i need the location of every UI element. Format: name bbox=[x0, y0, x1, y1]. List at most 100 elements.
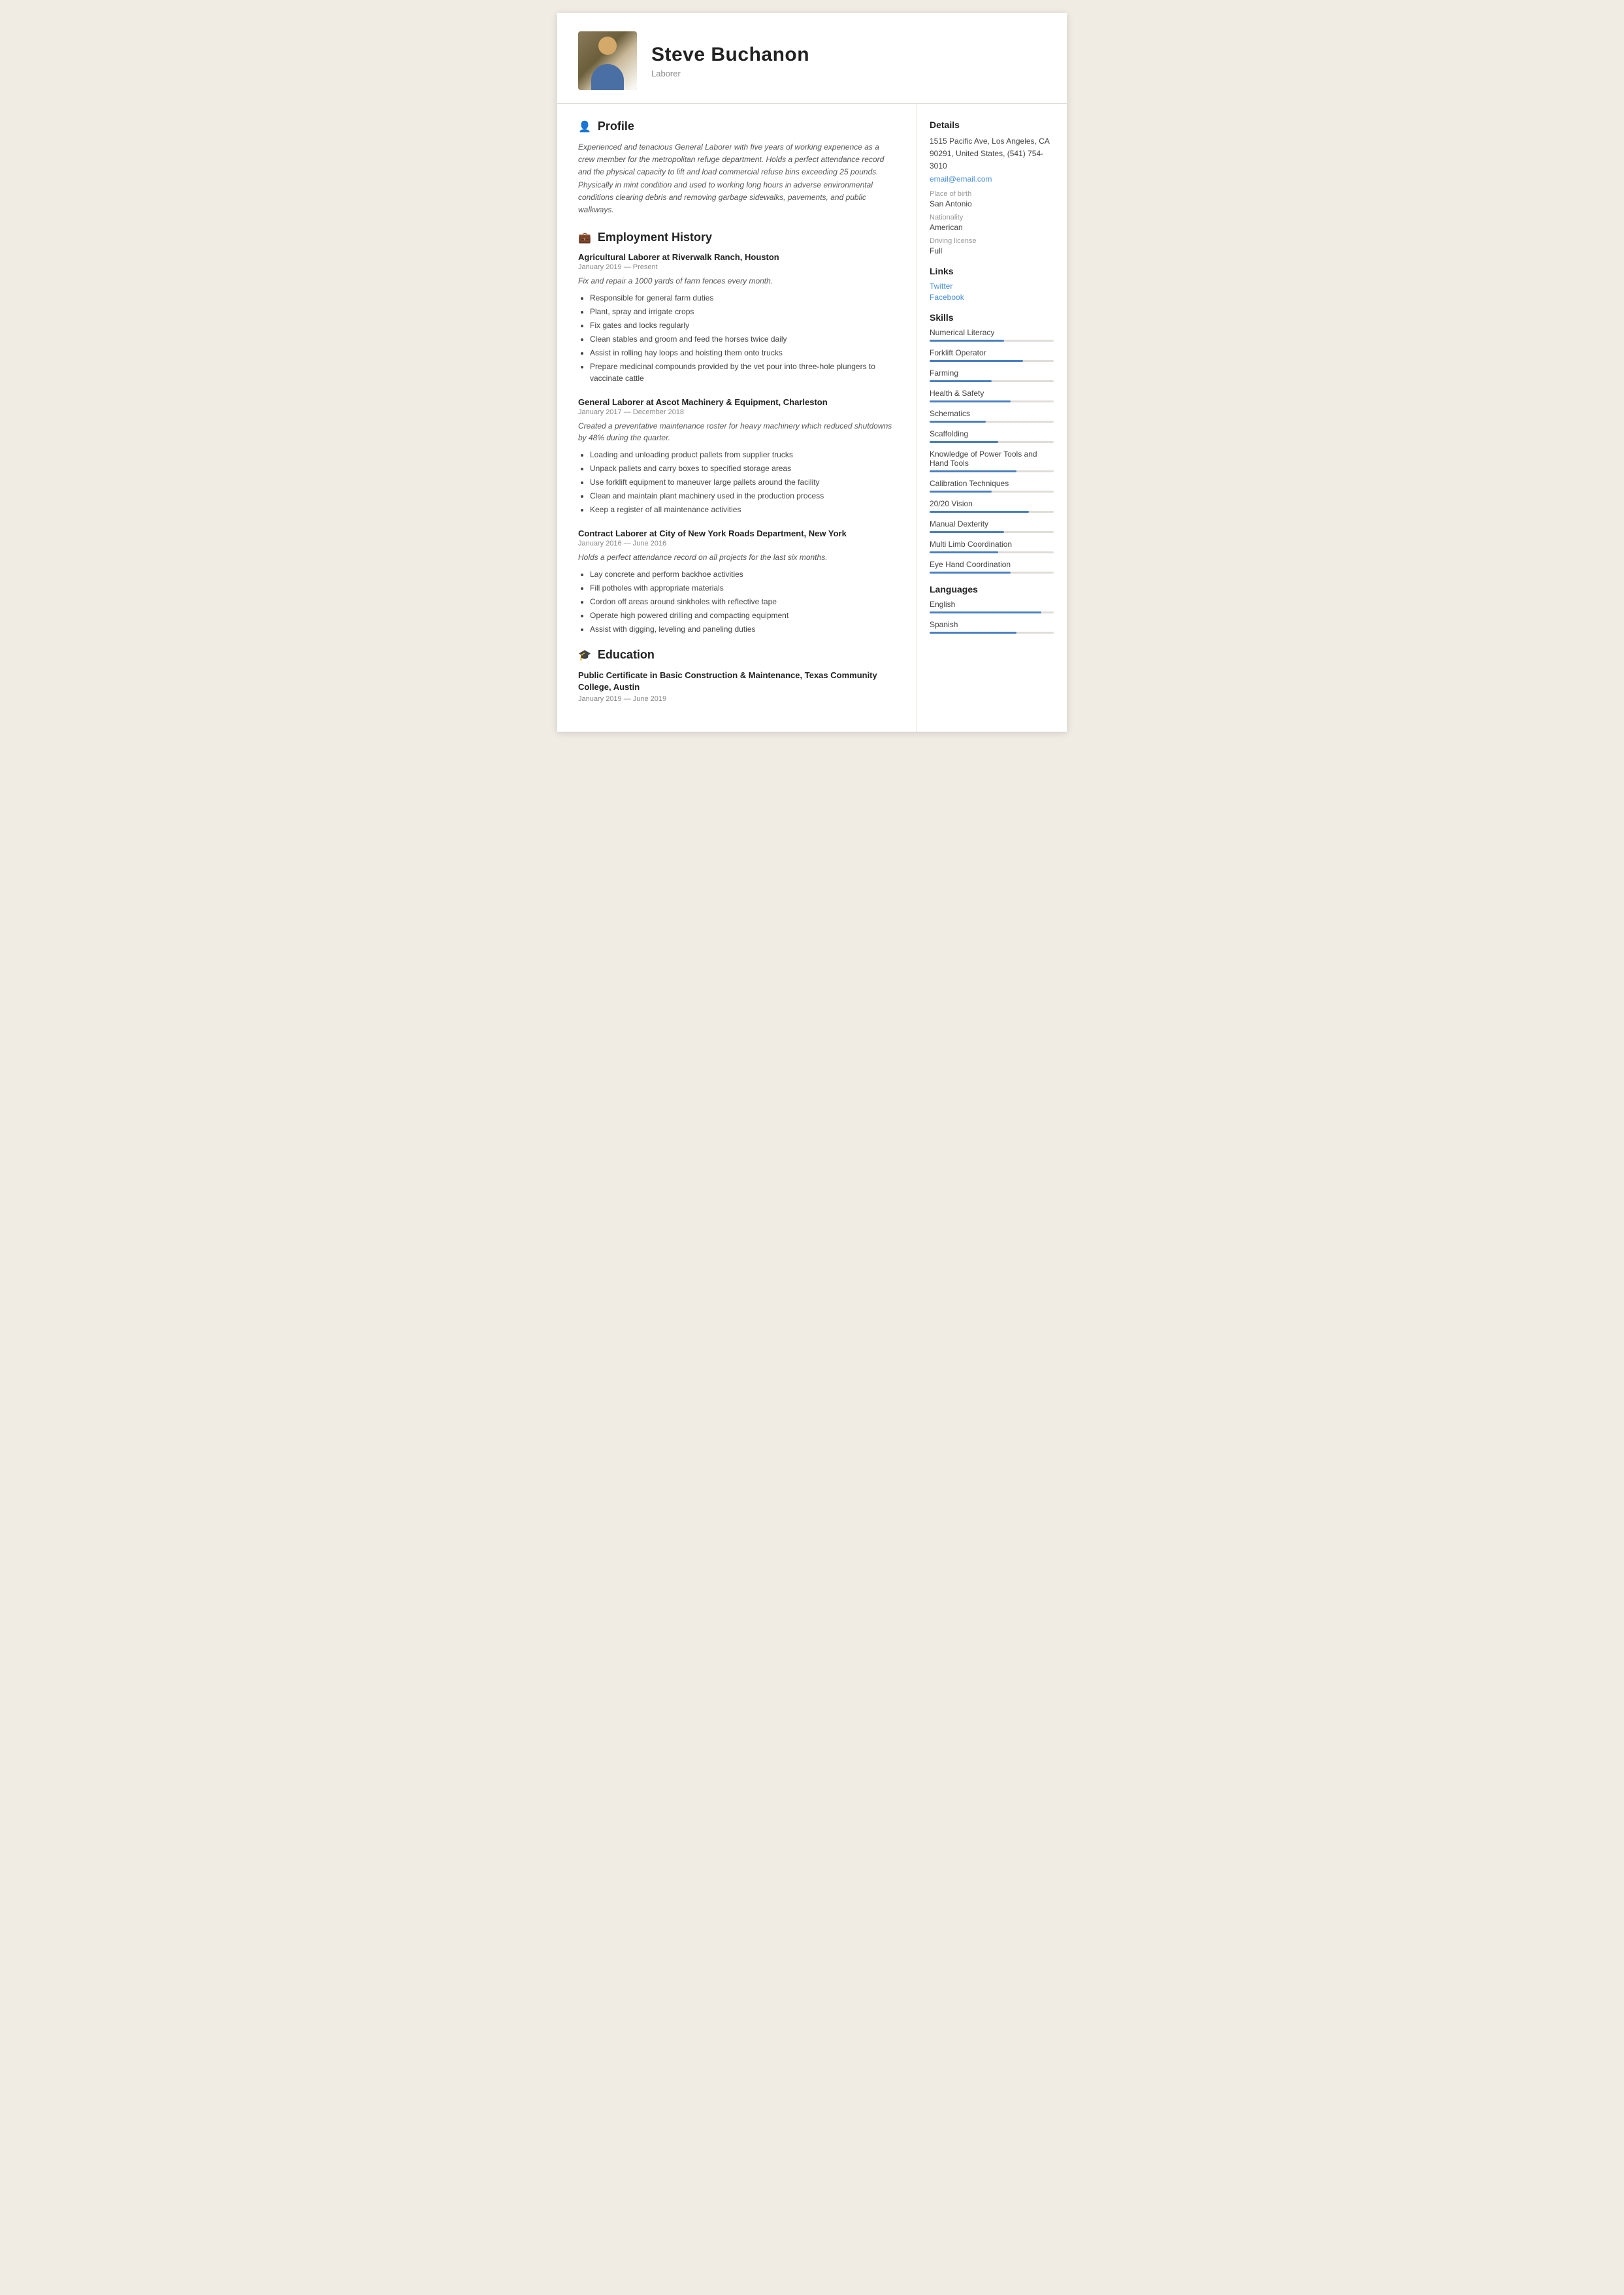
details-section-title: Details bbox=[930, 120, 1054, 130]
skill-bar-bg bbox=[930, 491, 1054, 493]
skill-bar-fill bbox=[930, 511, 1029, 513]
job-dates: January 2017 — December 2018 bbox=[578, 408, 898, 416]
job-dates: January 2019 — Present bbox=[578, 263, 898, 271]
job-bullet: Assist in rolling hay loops and hoisting… bbox=[590, 347, 898, 359]
skills-container: Numerical LiteracyForklift OperatorFarmi… bbox=[930, 328, 1054, 574]
skill-item: Eye Hand Coordination bbox=[930, 560, 1054, 574]
skill-item: 20/20 Vision bbox=[930, 499, 1054, 513]
skill-bar-bg bbox=[930, 470, 1054, 472]
skill-name: Manual Dexterity bbox=[930, 519, 1054, 529]
education-section-header: 🎓 Education bbox=[578, 648, 898, 662]
right-column: Details 1515 Pacific Ave, Los Angeles, C… bbox=[917, 104, 1067, 732]
skill-bar-bg bbox=[930, 421, 1054, 423]
job-bullet: Responsible for general farm duties bbox=[590, 292, 898, 304]
links-container: Twitter Facebook bbox=[930, 282, 1054, 302]
employment-icon: 💼 bbox=[578, 231, 591, 244]
job-bullet: Unpack pallets and carry boxes to specif… bbox=[590, 463, 898, 474]
job-bullet: Use forklift equipment to maneuver large… bbox=[590, 476, 898, 488]
email[interactable]: email@email.com bbox=[930, 174, 1054, 184]
skill-name: Farming bbox=[930, 368, 1054, 378]
skill-bar-fill bbox=[930, 421, 986, 423]
job-title: General Laborer at Ascot Machinery & Equ… bbox=[578, 397, 898, 407]
job-bullet: Clean and maintain plant machinery used … bbox=[590, 490, 898, 502]
driving-license-label: Driving license bbox=[930, 237, 1054, 245]
job-bullet: Keep a register of all maintenance activ… bbox=[590, 504, 898, 515]
jobs-container: Agricultural Laborer at Riverwalk Ranch,… bbox=[578, 252, 898, 635]
job-dates: January 2016 — June 2016 bbox=[578, 540, 898, 547]
job-bullet: Fill potholes with appropriate materials bbox=[590, 582, 898, 594]
job-bullets: Responsible for general farm duties Plant… bbox=[578, 292, 898, 384]
header-info: Steve Buchanon Laborer bbox=[651, 44, 1046, 78]
candidate-name: Steve Buchanon bbox=[651, 44, 1046, 66]
skill-item: Health & Safety bbox=[930, 389, 1054, 402]
resume-container: Steve Buchanon Laborer 👤 Profile Experie… bbox=[557, 13, 1067, 732]
job-block: Contract Laborer at City of New York Roa… bbox=[578, 529, 898, 635]
job-bullet: Assist with digging, leveling and paneli… bbox=[590, 623, 898, 635]
skill-bar-bg bbox=[930, 531, 1054, 533]
nationality-label: Nationality bbox=[930, 214, 1054, 221]
skill-bar-fill bbox=[930, 360, 1023, 362]
skill-bar-bg bbox=[930, 551, 1054, 553]
profile-photo bbox=[578, 31, 637, 90]
skill-item: Manual Dexterity bbox=[930, 519, 1054, 533]
job-bullet: Operate high powered drilling and compac… bbox=[590, 610, 898, 621]
nationality: American bbox=[930, 223, 1054, 232]
profile-icon: 👤 bbox=[578, 120, 591, 133]
skill-bar-bg bbox=[930, 380, 1054, 382]
job-title: Agricultural Laborer at Riverwalk Ranch,… bbox=[578, 252, 898, 262]
language-name: Spanish bbox=[930, 620, 1054, 629]
address: 1515 Pacific Ave, Los Angeles, CA 90291,… bbox=[930, 135, 1054, 173]
edu-block: Public Certificate in Basic Construction… bbox=[578, 670, 898, 702]
skill-bar-fill bbox=[930, 470, 1016, 472]
link-item[interactable]: Facebook bbox=[930, 293, 1054, 302]
skill-bar-fill bbox=[930, 491, 992, 493]
header: Steve Buchanon Laborer bbox=[557, 13, 1067, 104]
candidate-title: Laborer bbox=[651, 69, 1046, 78]
skill-bar-bg bbox=[930, 511, 1054, 513]
skill-name: Schematics bbox=[930, 409, 1054, 418]
skill-item: Scaffolding bbox=[930, 429, 1054, 443]
skill-bar-fill bbox=[930, 380, 992, 382]
profile-section-header: 👤 Profile bbox=[578, 120, 898, 133]
skill-item: Forklift Operator bbox=[930, 348, 1054, 362]
edu-title: Public Certificate in Basic Construction… bbox=[578, 670, 898, 693]
skill-item: Farming bbox=[930, 368, 1054, 382]
skill-bar-bg bbox=[930, 572, 1054, 574]
skill-bar-fill bbox=[930, 441, 998, 443]
job-bullet: Clean stables and groom and feed the hor… bbox=[590, 333, 898, 345]
skill-bar-fill bbox=[930, 572, 1011, 574]
left-column: 👤 Profile Experienced and tenacious Gene… bbox=[557, 104, 917, 732]
language-item: English bbox=[930, 600, 1054, 613]
language-bar-fill bbox=[930, 611, 1041, 613]
skills-section-title: Skills bbox=[930, 312, 1054, 323]
job-bullets: Lay concrete and perform backhoe activit… bbox=[578, 568, 898, 635]
job-bullet: Lay concrete and perform backhoe activit… bbox=[590, 568, 898, 580]
skill-name: Scaffolding bbox=[930, 429, 1054, 438]
skill-bar-fill bbox=[930, 400, 1011, 402]
skill-bar-bg bbox=[930, 400, 1054, 402]
skill-item: Schematics bbox=[930, 409, 1054, 423]
job-bullet: Prepare medicinal compounds provided by … bbox=[590, 361, 898, 384]
employment-section-title: Employment History bbox=[598, 231, 712, 244]
skill-name: Eye Hand Coordination bbox=[930, 560, 1054, 569]
link-item[interactable]: Twitter bbox=[930, 282, 1054, 291]
skill-name: Knowledge of Power Tools and Hand Tools bbox=[930, 449, 1054, 468]
job-bullet: Plant, spray and irrigate crops bbox=[590, 306, 898, 317]
profile-section-title: Profile bbox=[598, 120, 634, 133]
job-block: Agricultural Laborer at Riverwalk Ranch,… bbox=[578, 252, 898, 384]
skill-name: Calibration Techniques bbox=[930, 479, 1054, 488]
language-bar-fill bbox=[930, 632, 1016, 634]
driving-license: Full bbox=[930, 246, 1054, 255]
language-item: Spanish bbox=[930, 620, 1054, 634]
employment-section-header: 💼 Employment History bbox=[578, 231, 898, 244]
languages-container: English Spanish bbox=[930, 600, 1054, 634]
skill-bar-bg bbox=[930, 360, 1054, 362]
skill-name: Multi Limb Coordination bbox=[930, 540, 1054, 549]
job-block: General Laborer at Ascot Machinery & Equ… bbox=[578, 397, 898, 515]
skill-bar-fill bbox=[930, 531, 1004, 533]
job-summary: Holds a perfect attendance record on all… bbox=[578, 551, 898, 563]
language-bar-bg bbox=[930, 632, 1054, 634]
job-title: Contract Laborer at City of New York Roa… bbox=[578, 529, 898, 538]
skill-bar-bg bbox=[930, 441, 1054, 443]
job-bullet: Cordon off areas around sinkholes with r… bbox=[590, 596, 898, 608]
